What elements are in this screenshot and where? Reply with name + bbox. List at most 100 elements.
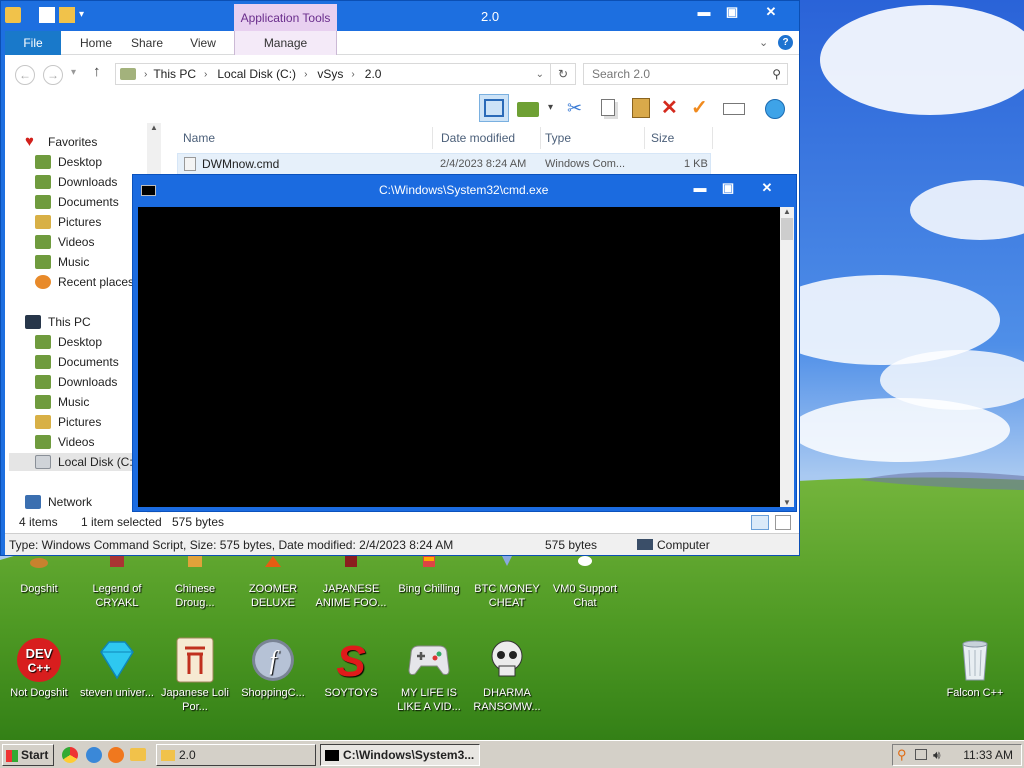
network-icon[interactable] [915,749,927,760]
column-header-type[interactable]: Type [539,127,645,149]
details-view-icon[interactable] [751,515,769,530]
search-input[interactable]: Search 2.0 ⚲ [583,63,788,85]
table-row[interactable]: DWMnow.cmd 2/4/2023 8:24 AM Windows Com.… [177,153,711,175]
scroll-down-icon[interactable]: ▼ [780,498,794,507]
tab-file[interactable]: File [5,31,61,55]
close-button[interactable]: ✕ [739,177,795,199]
tab-manage[interactable]: Manage [234,31,337,55]
gamepad-icon [408,645,450,675]
nav-pc-music[interactable]: Music [35,393,89,411]
nav-network[interactable]: Network [25,493,92,511]
explorer-icon[interactable] [130,748,146,761]
music-icon [35,395,51,409]
properties-icon[interactable] [765,97,789,119]
cmd-titlebar[interactable]: C:\Windows\System32\cmd.exe ▬ ▣ ✕ [133,175,796,205]
nav-fav-downloads[interactable]: Downloads [35,173,117,191]
up-button[interactable]: ↑ [93,63,101,80]
nav-pc-pictures[interactable]: Pictures [35,413,101,431]
copy-icon[interactable] [597,97,621,119]
rename-icon[interactable] [723,97,747,119]
delete-icon[interactable]: ✕ [661,97,685,119]
desktop-icon-btc-money-cheat[interactable]: BTC MONEY CHEAT [468,556,546,610]
console-scrollbar[interactable]: ▲ ▼ [780,207,794,507]
desktop-icon-zoomer-deluxe[interactable]: ZOOMER DELUXE [234,556,312,610]
column-header-name[interactable]: Name [177,127,433,149]
chrome-icon[interactable] [62,747,78,763]
status-bar: 4 items 1 item selected 575 bytes [5,513,799,533]
desktop-icon-dharma-ransomware[interactable]: DHARMA RANSOMW... [468,636,546,714]
scroll-up-icon[interactable]: ▲ [147,123,161,132]
checkmark-icon[interactable]: ✓ [691,97,715,119]
breadcrumb-2-0[interactable]: 2.0 [365,67,382,81]
nav-fav-recent-places[interactable]: Recent places [35,273,134,291]
desktop-icon-japanese-loli-por[interactable]: Japanese Loli Por... [156,636,234,714]
cut-icon[interactable]: ✂ [567,97,591,119]
nav-pc-downloads[interactable]: Downloads [35,373,117,391]
paste-icon[interactable] [629,97,653,119]
nav-this-pc[interactable]: This PC [25,313,91,331]
forward-button[interactable]: → [43,65,63,85]
nav-fav-desktop[interactable]: Desktop [35,153,102,171]
new-folder-icon[interactable] [59,7,75,23]
refresh-button[interactable]: ↻ [550,63,576,85]
tab-share[interactable]: Share [127,31,167,55]
tab-home[interactable]: Home [71,31,121,55]
folder-icon[interactable] [517,97,541,119]
desktop-icon-legend-of-cryakl[interactable]: Legend of CRYAKL [78,556,156,610]
desktop-icon-bing-chilling[interactable]: Bing Chilling [390,556,468,596]
close-button[interactable]: ✕ [743,1,799,23]
scroll-thumb[interactable] [781,218,793,240]
desktop-icon-steven-universe[interactable]: steven univer... [78,636,156,700]
network-icon [25,495,41,509]
chevron-down-icon[interactable]: ▾ [79,7,89,23]
computer-icon [25,315,41,329]
properties-icon[interactable] [39,7,55,23]
ie-icon[interactable] [86,747,102,763]
column-header-size[interactable]: Size [645,127,713,149]
preview-pane-icon[interactable] [479,94,509,122]
volume-icon[interactable]: 🔊︎ [933,745,941,765]
scroll-up-icon[interactable]: ▲ [780,207,794,216]
help-icon[interactable]: ? [778,35,793,50]
chevron-down-icon[interactable]: ⌄ [536,69,544,80]
nav-pc-local-disk[interactable]: Local Disk (C:) [9,453,147,471]
nav-favorites[interactable]: ♥ Favorites [25,133,97,151]
taskbar-item-explorer[interactable]: 2.0 [156,744,316,766]
nav-pc-documents[interactable]: Documents [35,353,119,371]
nav-fav-music[interactable]: Music [35,253,89,271]
desktop-icon-my-life-is-like-a-video[interactable]: MY LIFE IS LIKE A VID... [390,636,468,714]
desktop-icon-vm0-support-chat[interactable]: VM0 Support Chat [546,556,624,610]
recent-locations-icon[interactable]: ▾ [71,67,76,78]
cmd-window[interactable]: C:\Windows\System32\cmd.exe ▬ ▣ ✕ ▲ ▼ [132,174,797,512]
nav-fav-videos[interactable]: Videos [35,233,94,251]
taskbar-item-cmd[interactable]: C:\Windows\System3... [320,744,480,766]
tab-view[interactable]: View [183,31,223,55]
column-header-date[interactable]: Date modified [435,127,541,149]
start-button[interactable]: Start [2,744,54,766]
chevron-down-icon[interactable]: ▾ [548,97,558,119]
desktop-icon-chinese-drought[interactable]: Chinese Droug... [156,556,234,610]
nav-fav-documents[interactable]: Documents [35,193,119,211]
desktop-icon-dogshit[interactable]: Dogshit [0,556,78,596]
nav-fav-pictures[interactable]: Pictures [35,213,101,231]
tiles-view-icon[interactable] [775,515,791,530]
explorer-titlebar[interactable]: ▾ Application Tools 2.0 ▬ ▣ ✕ [1,1,799,31]
folder-icon[interactable] [5,7,21,23]
desktop-icon-recycle-bin[interactable]: Falcon C++ [936,636,1014,700]
firefox-icon[interactable] [108,747,124,763]
desktop-icon-shopping[interactable]: f ShoppingC... [234,636,312,700]
breadcrumb-local-disk[interactable]: Local Disk (C:) [217,67,296,81]
desktop-icon-japanese-anime-food[interactable]: JAPANESE ANIME FOO... [312,556,390,610]
desktop-icon-soytoys[interactable]: S SOYTOYS [312,636,390,700]
search-icon[interactable]: ⚲ [897,745,907,765]
breadcrumb-this-pc[interactable]: This PC [153,67,196,81]
address-bar[interactable]: › This PC › Local Disk (C:) › vSys › 2.0… [115,63,551,85]
breadcrumb-vsys[interactable]: vSys [317,67,343,81]
console-output[interactable] [138,207,780,507]
clock[interactable]: 11:33 AM [963,745,1013,765]
desktop-icon-not-dogshit[interactable]: DEV C++ Not Dogshit [0,636,78,700]
chevron-down-icon[interactable]: ⌄ [759,36,768,49]
nav-pc-videos[interactable]: Videos [35,433,94,451]
back-button[interactable]: ← [15,65,35,85]
nav-pc-desktop[interactable]: Desktop [35,333,102,351]
